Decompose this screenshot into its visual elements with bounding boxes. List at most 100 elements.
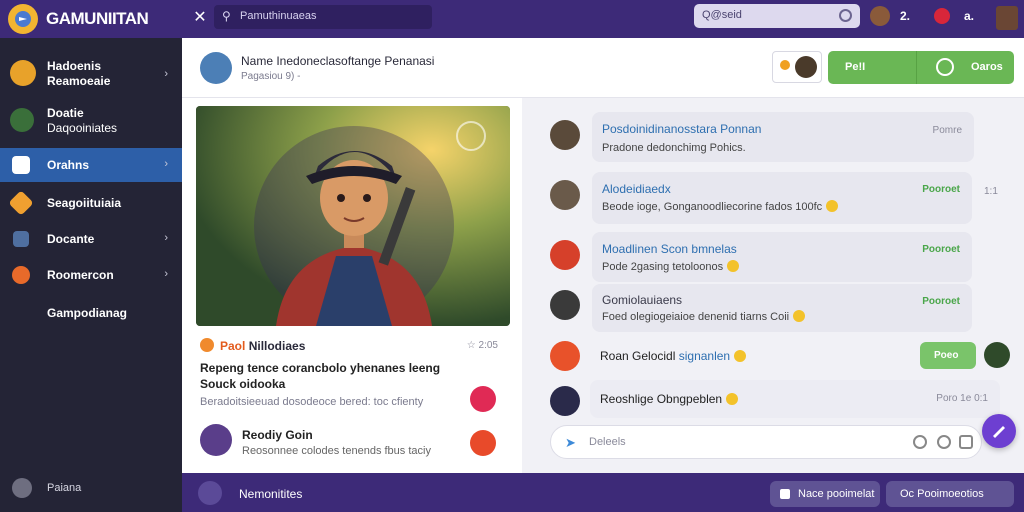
- chat-message[interactable]: Alodeidiaedx Beode ioge, Gonganoodliecor…: [592, 172, 972, 224]
- message-compose-input[interactable]: ➤ Deleels: [550, 425, 982, 459]
- calendar-icon: [13, 231, 29, 247]
- divider: [916, 51, 917, 84]
- bottom-bar: Nemonitites Nace pooimelat Oc Pooimoeoti…: [182, 473, 1024, 512]
- chat-message[interactable]: Posdoinidinanosstara Ponnan Pradone dedo…: [592, 112, 974, 162]
- sidebar-item-label: Roomercon: [47, 268, 114, 282]
- message-text: Pode 2gasing tetoloonos: [602, 260, 740, 273]
- mic-icon[interactable]: [959, 435, 973, 449]
- sidebar-item-seagoiituiaia[interactable]: Seagoiituiaia: [0, 186, 182, 220]
- page-title: Name Inedoneclasoftange Penanasi: [241, 54, 435, 68]
- bottom-action-button-2-label: Oc Pooimoeotios: [900, 488, 984, 500]
- avatar[interactable]: [984, 342, 1010, 368]
- bottom-action-button-2[interactable]: Oc Pooimoeotios: [886, 481, 1014, 507]
- message-time: Pomre: [932, 125, 962, 136]
- avatar[interactable]: [550, 240, 580, 270]
- avatar[interactable]: [200, 52, 232, 84]
- chat-bubble-icon[interactable]: [936, 58, 954, 76]
- emoji-picker-icon[interactable]: [913, 435, 927, 449]
- share-icon[interactable]: [470, 386, 496, 412]
- chat-message[interactable]: Moadlinen Scon bmnelas Pode 2gasing teto…: [592, 232, 972, 282]
- plain-message: Roan Gelocidl signanlen: [600, 349, 747, 363]
- app-logo-icon[interactable]: [8, 4, 38, 34]
- message-text-value: Beode ioge, Gonganoodliecorine fados 100…: [602, 201, 823, 213]
- avatar: [795, 56, 817, 78]
- post-time: ☆ 2:05: [466, 340, 498, 351]
- search-input[interactable]: ⚲ Pamuthinuaeas: [214, 5, 432, 29]
- message-author: Alodeidiaedx: [602, 182, 671, 196]
- reaction-box[interactable]: [772, 51, 822, 83]
- attach-icon[interactable]: [937, 435, 951, 449]
- chevron-right-icon: ›: [164, 268, 168, 280]
- compose-button[interactable]: [982, 414, 1016, 448]
- star-icon: [780, 60, 790, 70]
- gear-icon: [12, 266, 30, 284]
- notification-icon[interactable]: [934, 8, 950, 24]
- avatar[interactable]: [550, 386, 580, 416]
- message-text: Pradone dedonchimg Pohics.: [602, 142, 746, 154]
- confirm-button[interactable]: Poeo: [920, 342, 976, 369]
- post-panel: Paol Nillodiaes ☆ 2:05 Repeng tence cora…: [182, 98, 522, 473]
- avatar-icon: [10, 108, 34, 132]
- bottom-action-button-1[interactable]: Nace pooimelat: [770, 481, 880, 507]
- close-icon[interactable]: ✕: [190, 8, 210, 28]
- sidebar-item-gampodianag[interactable]: Gampodianag: [0, 296, 182, 330]
- community-icon[interactable]: [198, 481, 222, 505]
- chat-area: Posdoinidinanosstara Ponnan Pradone dedo…: [522, 98, 1024, 473]
- chat-message[interactable]: Gomiolauiaens Foed olegiogeiaioe denenid…: [592, 284, 972, 332]
- message-author: Posdoinidinanosstara Ponnan: [602, 122, 762, 136]
- calendar-icon: [780, 489, 790, 499]
- sidebar-item-doatie[interactable]: Doatie Daqooiniates: [0, 102, 182, 140]
- chat-message[interactable]: Reoshlige Obngpeblen Poro 1e 0:1: [590, 380, 1000, 418]
- user-avatar[interactable]: [870, 6, 890, 26]
- message-text: Reoshlige Obngpeblen: [600, 392, 739, 406]
- secondary-search-input[interactable]: Q@seid: [694, 4, 860, 28]
- post-user-name[interactable]: Reodiy Goin: [242, 428, 313, 442]
- sidebar-item-label: Seagoiituiaia: [47, 196, 122, 210]
- avatar[interactable]: [550, 290, 580, 320]
- emoji-icon: [734, 350, 747, 362]
- action-button-group[interactable]: Pe!I Oaros: [828, 51, 1014, 84]
- app-name: GAMUNIITAN: [46, 9, 149, 28]
- message-author: Gomiolauiaens: [602, 293, 683, 307]
- post-meta: Beradoitsieeuad dosodeoce bered: toc cfi…: [200, 396, 424, 408]
- emoji-icon: [793, 310, 806, 322]
- avatar[interactable]: [200, 424, 232, 456]
- post-category[interactable]: Paol Nillodiaes: [200, 338, 305, 353]
- sidebar-item-sublabel: Reamoeaie: [47, 74, 111, 88]
- post-image[interactable]: [196, 106, 510, 326]
- avatar[interactable]: [550, 180, 580, 210]
- badge-icon: [8, 190, 34, 216]
- action-button-right-label[interactable]: Oaros: [971, 61, 1003, 73]
- bottom-bar-label: Nemonitites: [239, 487, 303, 501]
- avatar[interactable]: [550, 341, 580, 371]
- paper-plane-icon: ➤: [565, 435, 576, 450]
- emoji-icon: [726, 393, 739, 405]
- profile-avatar[interactable]: [996, 6, 1018, 30]
- sidebar-item-docante[interactable]: Docante ›: [0, 222, 182, 256]
- sidebar-footer-label: Paiana: [47, 482, 82, 494]
- sidebar-item-label: Hadoenis: [47, 59, 102, 73]
- user-count: 2.: [900, 9, 911, 23]
- sidebar-item-label: Doatie: [47, 106, 84, 120]
- sidebar-item-sublabel: Daqooiniates: [47, 121, 118, 135]
- plain-message-mid: Gelocidl: [632, 349, 676, 363]
- message-text-value: Reoshlige Obngpeblen: [600, 392, 723, 406]
- search-placeholder: Pamuthinuaeas: [240, 10, 317, 22]
- settings-icon: [12, 478, 32, 498]
- sidebar-item-hadoenis[interactable]: Hadoenis Reamoeaie ›: [0, 54, 182, 94]
- search-icon: ⚲: [222, 9, 231, 23]
- page-subtitle: Pagasiou 9) -: [241, 71, 301, 82]
- action-button-left-label[interactable]: Pe!I: [845, 61, 865, 73]
- avatar[interactable]: [550, 120, 580, 150]
- message-text: Beode ioge, Gonganoodliecorine fados 100…: [602, 200, 839, 213]
- sidebar-item-orahns[interactable]: Orahns ›: [0, 148, 182, 182]
- message-tag: Pooroet: [922, 296, 960, 307]
- message-text-value: Foed olegiogeiaioe denenid tiarns Coii: [602, 311, 790, 323]
- message-time: Poro 1e 0:1: [936, 393, 988, 404]
- emoji-icon: [727, 260, 740, 272]
- chevron-right-icon: ›: [164, 68, 168, 80]
- react-icon[interactable]: [470, 430, 496, 456]
- top-bar: GAMUNIITAN ✕ ⚲ Pamuthinuaeas Q@seid 2. a…: [0, 0, 1024, 38]
- user-initial: a.: [964, 9, 975, 23]
- sidebar-item-roomercon[interactable]: Roomercon ›: [0, 258, 182, 292]
